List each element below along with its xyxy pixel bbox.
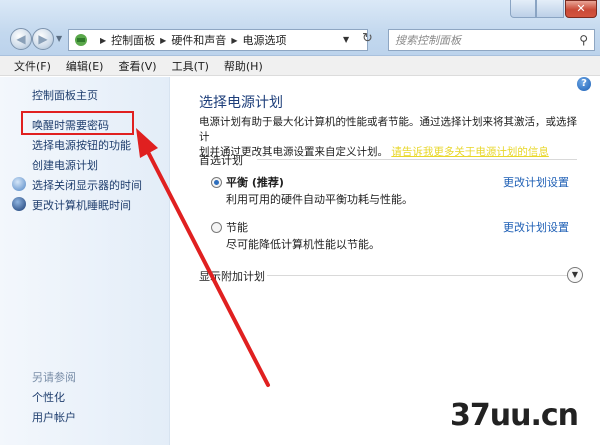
plan-powersaver-settings-link[interactable]: 更改计划设置: [503, 219, 569, 235]
search-input[interactable]: 搜索控制面板: [395, 32, 461, 48]
site-watermark: 37uu.cn: [450, 398, 579, 433]
see-also-title: 另请参阅: [32, 371, 76, 384]
chevron-right-icon[interactable]: ▶: [160, 36, 166, 45]
address-dropdown-icon[interactable]: ▼: [343, 35, 349, 44]
see-also-personalization[interactable]: 个性化: [32, 389, 65, 405]
plan-balanced-desc: 利用可用的硬件自动平衡功耗与性能。: [226, 193, 413, 206]
preferred-plans-label: 首选计划: [199, 154, 243, 167]
breadcrumb: ▶ 控制面板 ▶ 硬件和声音 ▶ 电源选项: [95, 32, 286, 48]
show-additional-plans-label[interactable]: 显示附加计划: [199, 268, 265, 284]
arrow-left-icon: ◀: [16, 32, 26, 46]
control-panel-icon: [75, 34, 87, 46]
maximize-button[interactable]: [536, 0, 564, 18]
display-clock-icon: [12, 177, 26, 191]
section-divider: [257, 159, 577, 160]
page-title: 选择电源计划: [199, 95, 283, 111]
sidebar-item-create-plan[interactable]: 创建电源计划: [32, 157, 98, 173]
chevron-down-icon[interactable]: ▼: [567, 267, 583, 283]
page-description: 电源计划有助于最大化计算机的性能或者节能。通过选择计划来将其激活，或选择计 划并…: [199, 115, 579, 160]
description-line-1: 电源计划有助于最大化计算机的性能或者节能。通过选择计划来将其激活，或选择计: [199, 116, 577, 143]
plan-powersaver-radio[interactable]: [211, 222, 222, 233]
arrow-right-icon: ▶: [38, 32, 48, 46]
forward-button[interactable]: ▶: [32, 28, 54, 50]
back-button[interactable]: ◀: [10, 28, 32, 50]
sidebar-item-power-button[interactable]: 选择电源按钮的功能: [32, 137, 131, 153]
menu-edit[interactable]: 编辑(E): [66, 58, 104, 74]
chevron-right-icon: ▶: [100, 35, 107, 45]
plan-balanced-settings-link[interactable]: 更改计划设置: [503, 174, 569, 190]
address-toolbar: ✕ ◀ ▶ ▼ ▶ 控制面板 ▶ 硬件和声音 ▶ 电源选项 ▼ ↻ 搜索控制面板…: [0, 0, 600, 56]
plan-balanced-name[interactable]: 平衡 (推荐): [226, 174, 284, 190]
sidebar: 控制面板主页 唤醒时需要密码 选择电源按钮的功能 创建电源计划 选择关闭显示器的…: [0, 77, 170, 445]
menu-file[interactable]: 文件(F): [14, 58, 51, 74]
sidebar-item-display-off[interactable]: 选择关闭显示器的时间: [32, 177, 142, 193]
menu-view[interactable]: 查看(V): [118, 58, 156, 74]
menu-bar: 文件(F) 编辑(E) 查看(V) 工具(T) 帮助(H): [0, 56, 600, 76]
search-icon[interactable]: ⚲: [579, 33, 588, 47]
plan-powersaver-name[interactable]: 节能: [226, 219, 248, 235]
sidebar-item-sleep[interactable]: 更改计算机睡眠时间: [32, 197, 131, 213]
breadcrumb-power-options[interactable]: 电源选项: [242, 32, 286, 48]
breadcrumb-control-panel[interactable]: 控制面板: [111, 32, 155, 48]
learn-more-link[interactable]: 请告诉我更多关于电源计划的信息: [391, 146, 549, 158]
moon-sleep-icon: [12, 197, 26, 211]
address-bar[interactable]: ▶ 控制面板 ▶ 硬件和声音 ▶ 电源选项: [68, 29, 368, 51]
breadcrumb-hardware-sound[interactable]: 硬件和声音: [171, 32, 226, 48]
see-also-user-accounts[interactable]: 用户帐户: [32, 409, 76, 425]
menu-help[interactable]: 帮助(H): [224, 58, 263, 74]
chevron-right-icon[interactable]: ▶: [231, 36, 237, 45]
recent-pages-dropdown-icon[interactable]: ▼: [56, 34, 62, 43]
search-box[interactable]: 搜索控制面板 ⚲: [388, 29, 595, 51]
help-icon[interactable]: ?: [577, 77, 591, 91]
plan-balanced-radio[interactable]: [211, 177, 222, 188]
section-divider: [267, 275, 567, 276]
highlight-box: [21, 111, 134, 135]
close-button[interactable]: ✕: [565, 0, 597, 18]
menu-tools[interactable]: 工具(T): [172, 58, 209, 74]
plan-powersaver-desc: 尽可能降低计算机性能以节能。: [226, 238, 380, 251]
main-panel: ? 选择电源计划 电源计划有助于最大化计算机的性能或者节能。通过选择计划来将其激…: [171, 77, 600, 445]
minimize-button[interactable]: [510, 0, 536, 18]
sidebar-control-panel-home[interactable]: 控制面板主页: [32, 87, 98, 103]
refresh-icon[interactable]: ↻: [362, 31, 373, 46]
